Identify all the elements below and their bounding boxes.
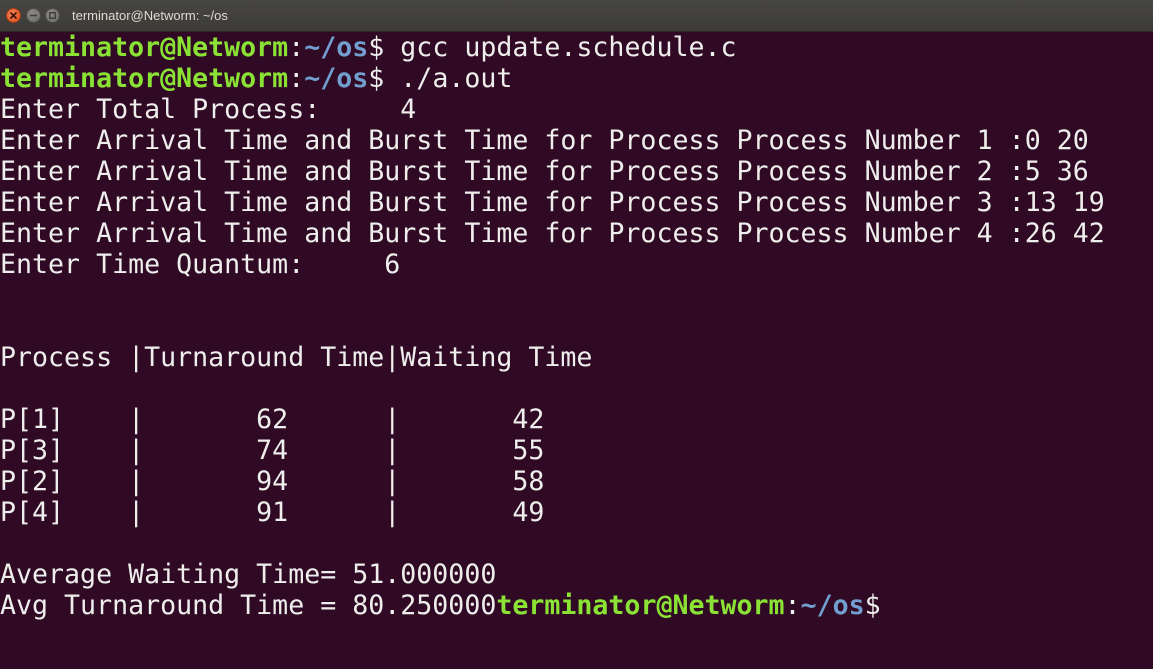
- prompt-path: ~/os: [304, 32, 369, 63]
- minimize-icon: [30, 14, 37, 17]
- table-row: P[2] | 94 | 58: [0, 466, 545, 497]
- prompt-dollar: $: [368, 63, 385, 94]
- output-total-process: Enter Total Process: 4: [0, 94, 417, 125]
- maximize-button[interactable]: [45, 8, 60, 23]
- maximize-icon: [49, 12, 56, 19]
- close-icon: [10, 12, 17, 19]
- prompt-user-host: terminator@Networm: [0, 63, 289, 94]
- prompt-colon: :: [288, 32, 305, 63]
- command-line: terminator@Networm:~/os$ gcc update.sche…: [0, 32, 1153, 63]
- prompt-colon: :: [288, 63, 305, 94]
- command-line: terminator@Networm:~/os$ ./a.out: [0, 63, 1153, 94]
- prompt-dollar: $: [864, 590, 881, 621]
- close-button[interactable]: [6, 8, 21, 23]
- command-text: gcc update.schedule.c: [384, 32, 737, 63]
- table-header: Process |Turnaround Time|Waiting Time: [0, 342, 593, 373]
- terminal-body[interactable]: terminator@Networm:~/os$ gcc update.sche…: [0, 32, 1153, 669]
- prompt-user-host: terminator@Networm: [496, 590, 785, 621]
- command-text: ./a.out: [384, 63, 513, 94]
- output-arrival-line: Enter Arrival Time and Burst Time for Pr…: [0, 156, 1089, 187]
- prompt-dollar: $: [368, 32, 385, 63]
- output-arrival-line: Enter Arrival Time and Burst Time for Pr…: [0, 125, 1089, 156]
- prompt-colon: :: [784, 590, 801, 621]
- output-average-turnaround-line: Avg Turnaround Time = 80.250000terminato…: [0, 590, 1153, 621]
- table-row: P[3] | 74 | 55: [0, 435, 545, 466]
- window-title: terminator@Networm: ~/os: [72, 8, 228, 23]
- minimize-button[interactable]: [26, 8, 41, 23]
- average-turnaround-text: Avg Turnaround Time = 80.250000: [0, 590, 497, 621]
- table-row: P[4] | 91 | 49: [0, 497, 545, 528]
- output-average-waiting: Average Waiting Time= 51.000000: [0, 559, 497, 590]
- output-time-quantum: Enter Time Quantum: 6: [0, 249, 401, 280]
- prompt-path: ~/os: [304, 63, 369, 94]
- prompt-user-host: terminator@Networm: [0, 32, 289, 63]
- output-arrival-line: Enter Arrival Time and Burst Time for Pr…: [0, 187, 1105, 218]
- output-arrival-line: Enter Arrival Time and Burst Time for Pr…: [0, 218, 1105, 249]
- table-row: P[1] | 62 | 42: [0, 404, 545, 435]
- prompt-path: ~/os: [800, 590, 865, 621]
- window-titlebar: terminator@Networm: ~/os: [0, 0, 1153, 32]
